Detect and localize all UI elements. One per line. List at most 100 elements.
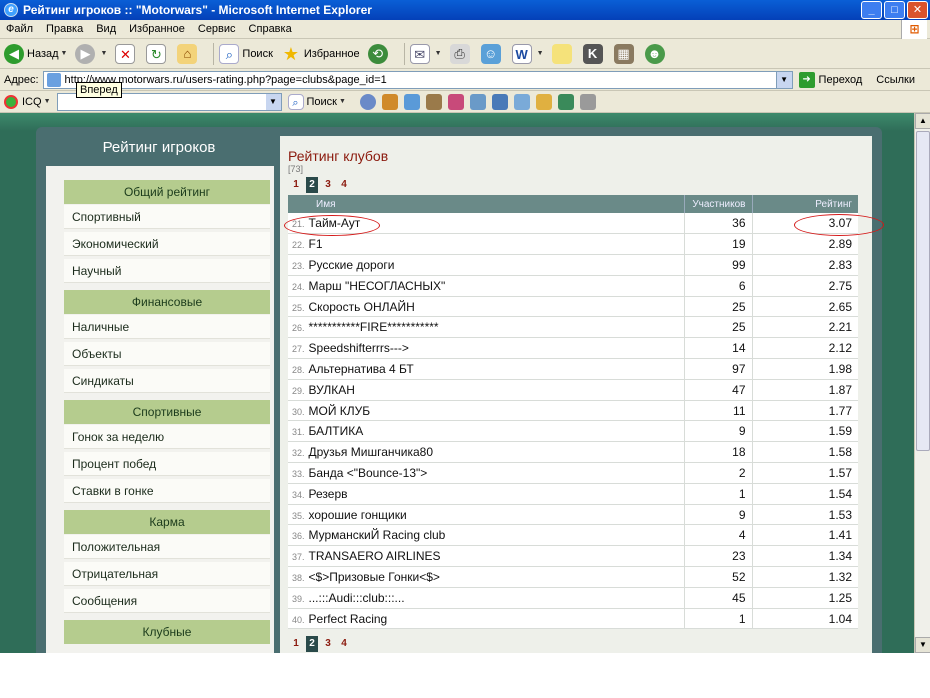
menu-file[interactable]: Файл xyxy=(6,23,33,35)
club-name[interactable]: ...:::Audi:::club:::... xyxy=(309,591,405,605)
club-name[interactable]: МОЙ КЛУБ xyxy=(309,404,371,418)
page-link-1[interactable]: 1 xyxy=(290,636,302,652)
minimize-button[interactable]: _ xyxy=(861,1,882,19)
club-name-cell[interactable]: 31. БАЛТИКА xyxy=(288,420,685,443)
club-name[interactable]: TRANSAERO AIRLINES xyxy=(309,549,441,563)
maximize-button[interactable]: □ xyxy=(884,1,905,19)
page-link-3[interactable]: 3 xyxy=(322,177,334,193)
menu-help[interactable]: Справка xyxy=(249,23,292,35)
contacts-icon[interactable]: ☻ xyxy=(644,43,665,64)
club-name[interactable]: Друзья Мишганчика80 xyxy=(309,445,433,459)
icq-tool-icon[interactable] xyxy=(381,93,398,110)
sidebar-item-science[interactable]: Научный xyxy=(64,259,270,283)
sidebar-item-races-week[interactable]: Гонок за неделю xyxy=(64,425,270,449)
refresh-icon[interactable]: ↻ xyxy=(146,43,167,64)
club-name[interactable]: ***********FIRE*********** xyxy=(309,320,439,334)
club-name-cell[interactable]: 24. Марш "НЕСОГЛАСНЫХ" xyxy=(288,275,685,297)
sidebar-item-objects[interactable]: Объекты xyxy=(64,342,270,366)
menu-favorites[interactable]: Избранное xyxy=(129,23,185,35)
sidebar-item-win-percent[interactable]: Процент побед xyxy=(64,452,270,476)
icq-dropdown-icon[interactable]: ▼ xyxy=(44,98,51,105)
back-button[interactable]: ◀ Назад ▼ xyxy=(4,43,68,64)
club-name-cell[interactable]: 30. МОЙ КЛУБ xyxy=(288,400,685,422)
club-name-cell[interactable]: 36. МурманскиЙ Racing club xyxy=(288,524,685,547)
icq-tool-icon[interactable] xyxy=(469,93,486,110)
print-icon[interactable]: ⎙ xyxy=(449,43,470,64)
menu-edit[interactable]: Правка xyxy=(46,23,83,35)
club-name-cell[interactable]: 28. Альтернатива 4 БТ xyxy=(288,358,685,380)
menu-tools[interactable]: Сервис xyxy=(198,23,236,35)
stop-icon[interactable]: ✕ xyxy=(115,43,136,64)
forward-dropdown-icon[interactable]: ▼ xyxy=(100,50,107,57)
club-name[interactable]: Скорость ОНЛАЙН xyxy=(309,300,415,314)
page-link-1[interactable]: 1 xyxy=(290,177,302,193)
icq-tool-icon[interactable] xyxy=(557,93,574,110)
icq-tool-icon[interactable] xyxy=(535,93,552,110)
club-name[interactable]: МурманскиЙ Racing club xyxy=(309,528,446,542)
messenger-icon[interactable]: ☺ xyxy=(480,43,501,64)
close-button[interactable]: ✕ xyxy=(907,1,928,19)
word-edit-icon[interactable]: W xyxy=(511,43,532,64)
club-name-cell[interactable]: 37. TRANSAERO AIRLINES xyxy=(288,545,685,568)
address-dropdown-icon[interactable]: ▼ xyxy=(775,71,792,88)
icq-tool-icon[interactable] xyxy=(491,93,508,110)
icq-tool-icon[interactable] xyxy=(447,93,464,110)
icq-tool-icon[interactable] xyxy=(579,93,596,110)
scroll-down-icon[interactable]: ▼ xyxy=(915,637,930,653)
icq-label[interactable]: ICQ xyxy=(22,96,42,108)
club-name[interactable]: Тайм-Аут xyxy=(309,216,361,230)
sidebar-item-race-bets[interactable]: Ставки в гонке xyxy=(64,479,270,503)
k-app-icon[interactable]: K xyxy=(582,43,603,64)
address-input[interactable]: http://www.motorwars.ru/users-rating.php… xyxy=(42,70,793,89)
club-name-cell[interactable]: 21. Тайм-Аут xyxy=(288,213,685,235)
search-button[interactable]: ⌕ Поиск xyxy=(219,43,273,64)
icq-tool-icon[interactable] xyxy=(359,93,376,110)
sidebar-item-negative[interactable]: Отрицательная xyxy=(64,562,270,586)
club-name-cell[interactable]: 34. Резерв xyxy=(288,483,685,505)
column-header-rating[interactable]: Рейтинг xyxy=(752,195,858,213)
club-name-cell[interactable]: 25. Скорость ОНЛАЙН xyxy=(288,296,685,318)
research-icon[interactable]: ▦ xyxy=(613,43,634,64)
go-button[interactable]: ➜ Переход xyxy=(798,71,862,88)
back-dropdown-icon[interactable]: ▼ xyxy=(61,50,68,57)
club-name-cell[interactable]: 33. Банда <"Bounce-13"> xyxy=(288,462,685,484)
links-button[interactable]: Ссылки xyxy=(876,74,915,86)
club-name-cell[interactable]: 38. <$>Призовые Гонки<$> xyxy=(288,566,685,588)
icq-tool-icon[interactable] xyxy=(403,93,420,110)
menu-view[interactable]: Вид xyxy=(96,23,116,35)
page-link-3[interactable]: 3 xyxy=(322,636,334,652)
sidebar-item-economic[interactable]: Экономический xyxy=(64,232,270,256)
column-header-name[interactable]: Имя xyxy=(288,195,685,213)
edit-dropdown-icon[interactable]: ▼ xyxy=(537,50,544,57)
icq-tool-icon[interactable] xyxy=(425,93,442,110)
club-name[interactable]: Speedshifterrrs---> xyxy=(309,341,409,355)
icq-tool-icon[interactable] xyxy=(513,93,530,110)
mail-dropdown-icon[interactable]: ▼ xyxy=(435,50,442,57)
vertical-scrollbar[interactable]: ▲ ▼ xyxy=(914,113,930,653)
club-name[interactable]: <$>Призовые Гонки<$> xyxy=(309,570,440,584)
club-name[interactable]: БАЛТИКА xyxy=(309,424,364,438)
club-name-cell[interactable]: 32. Друзья Мишганчика80 xyxy=(288,441,685,464)
scroll-thumb[interactable] xyxy=(916,131,930,451)
club-name[interactable]: Резерв xyxy=(309,487,348,501)
icq-search-button[interactable]: ⌕ Поиск ▼ xyxy=(287,93,346,110)
sidebar-item-cash[interactable]: Наличные xyxy=(64,315,270,339)
forward-button[interactable]: ▶ ▼ xyxy=(75,43,107,64)
club-name-cell[interactable]: 29. ВУЛКАН xyxy=(288,379,685,401)
club-name[interactable]: Perfect Racing xyxy=(309,612,388,626)
sidebar-item-sport[interactable]: Спортивный xyxy=(64,205,270,229)
club-name[interactable]: хорошие гонщики xyxy=(309,508,407,522)
home-icon[interactable]: ⌂ xyxy=(177,43,198,64)
page-link-2[interactable]: 2 xyxy=(306,177,318,193)
club-name-cell[interactable]: 22. F1 xyxy=(288,233,685,256)
notes-icon[interactable] xyxy=(551,43,572,64)
icq-search-dropdown-icon[interactable]: ▼ xyxy=(265,93,281,110)
page-link-4[interactable]: 4 xyxy=(338,177,350,193)
favorites-button[interactable]: ★ Избранное xyxy=(281,44,360,64)
column-header-members[interactable]: Участников xyxy=(684,195,753,213)
history-icon[interactable]: ⟲ xyxy=(367,43,388,64)
mail-icon[interactable]: ✉ xyxy=(409,43,430,64)
icq-search-dropdown-icon[interactable]: ▼ xyxy=(339,98,346,105)
club-name-cell[interactable]: 23. Русские дороги xyxy=(288,254,685,276)
page-link-2[interactable]: 2 xyxy=(306,636,318,652)
